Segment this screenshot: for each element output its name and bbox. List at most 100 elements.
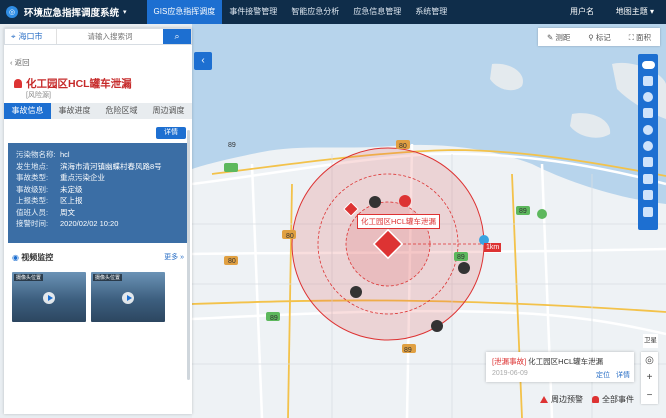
info-value: 重点污染企业 bbox=[60, 173, 105, 182]
video-thumbnail[interactable]: 摄像头位置 bbox=[91, 272, 165, 322]
info-row: 事故级别: 未定级 bbox=[16, 184, 180, 196]
thumb-label: 摄像头位置 bbox=[14, 274, 44, 281]
tab-incident-info[interactable]: 事故信息 bbox=[4, 103, 51, 119]
nav-event[interactable]: 事件接警管理 bbox=[222, 0, 284, 24]
alarm-icon bbox=[14, 79, 22, 88]
layer-toolbar bbox=[638, 54, 658, 230]
road-shield: 80 bbox=[228, 258, 236, 265]
location-icon[interactable] bbox=[643, 141, 653, 152]
play-icon[interactable] bbox=[43, 292, 55, 304]
factory-icon[interactable] bbox=[643, 108, 653, 119]
search-bar: ⌖ 海口市 ⌕ bbox=[4, 28, 192, 45]
nav-gis[interactable]: GIS应急指挥调度 bbox=[146, 0, 223, 24]
video-thumbnail[interactable]: 摄像头位置 bbox=[12, 272, 86, 322]
app-title: 环境应急指挥调度系统 bbox=[24, 8, 120, 19]
measure-label: 测距 bbox=[555, 32, 571, 42]
road-shield: 89 bbox=[228, 142, 236, 149]
tab-progress[interactable]: 事故进度 bbox=[51, 103, 98, 119]
incident-title: 化工园区HCL罐车泄漏 bbox=[14, 76, 132, 91]
toggle-icon[interactable] bbox=[641, 61, 655, 70]
database-icon[interactable] bbox=[643, 157, 653, 168]
info-value: 周文 bbox=[60, 207, 75, 217]
bottle-icon[interactable] bbox=[643, 190, 653, 201]
city-label: 海口市 bbox=[18, 32, 43, 41]
nav-info[interactable]: 应急信息管理 bbox=[346, 0, 408, 24]
popup-locate-link[interactable]: 定位 bbox=[596, 370, 610, 380]
camera-icon: ◉ bbox=[12, 253, 19, 262]
road-shield: 89 bbox=[519, 208, 527, 215]
road-shield: 89 bbox=[404, 347, 412, 354]
info-value: 2020/02/02 10:20 bbox=[60, 219, 119, 228]
top-bar: ◎ 环境应急指挥调度系统 ▾ GIS应急指挥调度 事件接警管理 智能应急分析 应… bbox=[0, 0, 666, 24]
tab-dispatch[interactable]: 周边调度 bbox=[145, 103, 192, 119]
satellite-toggle[interactable]: 卫星 bbox=[643, 334, 658, 348]
search-input[interactable] bbox=[57, 29, 163, 44]
bell-icon bbox=[592, 395, 599, 403]
incident-popup: [泄漏事故] 化工园区HCL罐车泄漏 2019-06-09 定位 详情 bbox=[486, 352, 634, 382]
zoom-control: ◎ + − bbox=[641, 352, 658, 404]
chevron-down-icon[interactable]: ▾ bbox=[123, 8, 127, 16]
target-icon[interactable] bbox=[643, 91, 653, 102]
search-button[interactable]: ⌕ bbox=[163, 29, 191, 44]
info-value: hcl bbox=[60, 150, 70, 159]
info-label: 发生地点: bbox=[16, 161, 49, 171]
collapse-panel-button[interactable]: ‹ bbox=[194, 52, 212, 70]
info-row: 污染物名称: hcl bbox=[16, 149, 180, 161]
ruler-icon: ✎ bbox=[546, 32, 554, 42]
tab-danger-zone[interactable]: 危险区域 bbox=[98, 103, 145, 119]
layer-icon[interactable] bbox=[643, 75, 653, 86]
nearby-warning-label: 周边预警 bbox=[551, 394, 583, 404]
nav-analysis[interactable]: 智能应急分析 bbox=[284, 0, 346, 24]
all-events-button[interactable]: 全部事件 bbox=[592, 392, 634, 406]
incident-map-label[interactable]: 化工园区HCL罐车泄漏 bbox=[357, 214, 441, 229]
nearby-warning-button[interactable]: 周边预警 bbox=[540, 392, 583, 406]
warning-icon bbox=[540, 395, 548, 403]
video-title: ◉ 视频监控 bbox=[12, 252, 53, 263]
all-events-label: 全部事件 bbox=[602, 394, 634, 404]
chevron-left-icon: ‹ bbox=[201, 55, 205, 66]
road-shield: 89 bbox=[457, 254, 465, 261]
area-tool[interactable]: ⛶ 面积 bbox=[629, 32, 651, 43]
person-icon[interactable] bbox=[643, 173, 653, 184]
mark-tool[interactable]: ⚲ 标记 bbox=[588, 32, 611, 43]
warning-icon[interactable] bbox=[643, 124, 653, 135]
road-shield: 80 bbox=[286, 233, 294, 240]
mark-label: 标记 bbox=[595, 32, 611, 42]
popup-type: [泄漏事故] bbox=[492, 357, 527, 366]
popup-detail-link[interactable]: 详情 bbox=[616, 370, 630, 380]
city-select[interactable]: ⌖ 海口市 bbox=[5, 29, 57, 44]
measure-tool[interactable]: ✎ 测距 bbox=[547, 32, 570, 43]
thumb-label: 摄像头位置 bbox=[93, 274, 123, 281]
road-shield: 89 bbox=[270, 315, 278, 322]
info-row: 发生地点: 滨海市清河镇幽蝶村春风路8号 bbox=[16, 161, 180, 173]
incident-title-text: 化工园区HCL罐车泄漏 bbox=[26, 78, 132, 90]
info-value: 区上报 bbox=[60, 196, 83, 205]
incident-tabs: 事故信息 事故进度 危险区域 周边调度 bbox=[4, 103, 192, 119]
hospital-icon[interactable] bbox=[643, 206, 653, 217]
info-row: 事故类型: 重点污染企业 bbox=[16, 172, 180, 184]
popup-date: 2019-06-09 bbox=[492, 370, 528, 377]
map-theme-label: 地图主题 bbox=[615, 7, 648, 16]
detail-button[interactable]: 详情 bbox=[156, 127, 186, 139]
main-nav: GIS应急指挥调度 事件接警管理 智能应急分析 应急信息管理 系统管理 bbox=[146, 0, 455, 24]
area-label: 面积 bbox=[636, 32, 652, 42]
pin-icon: ⚲ bbox=[588, 32, 594, 42]
info-label: 上报类型: bbox=[16, 196, 49, 205]
radius-label: 1km bbox=[484, 243, 502, 252]
zoom-out-button[interactable]: − bbox=[647, 390, 653, 401]
video-more-label: 更多 bbox=[164, 254, 179, 261]
info-value: 滨海市清河镇幽蝶村春风路8号 bbox=[60, 161, 162, 171]
play-icon[interactable] bbox=[122, 292, 134, 304]
video-more-link[interactable]: 更多 » bbox=[164, 252, 184, 263]
nav-system[interactable]: 系统管理 bbox=[408, 0, 454, 24]
back-link[interactable]: ‹ 返回 bbox=[10, 57, 30, 68]
zoom-in-button[interactable]: + bbox=[647, 372, 653, 383]
info-label: 污染物名称: bbox=[16, 150, 56, 159]
map-theme-select[interactable]: 地图主题 ▾ bbox=[616, 0, 654, 24]
locate-icon[interactable]: ◎ bbox=[645, 355, 654, 366]
info-value: 未定级 bbox=[60, 184, 83, 194]
user-name[interactable]: 用户名 bbox=[570, 0, 594, 24]
info-row: 接警时间: 2020/02/02 10:20 bbox=[16, 218, 180, 230]
panel-scrollbar[interactable] bbox=[187, 130, 190, 380]
incident-tag: [风险源] bbox=[26, 92, 51, 99]
